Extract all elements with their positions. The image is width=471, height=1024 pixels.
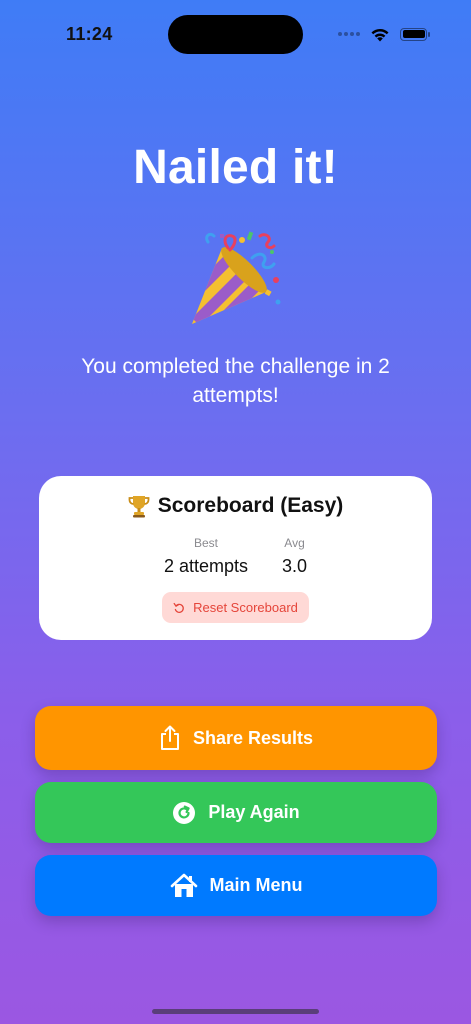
share-results-label: Share Results bbox=[192, 727, 314, 748]
stat-best-value: 2 attempts bbox=[163, 556, 248, 576]
stat-average-value: 3.0 bbox=[282, 556, 308, 576]
reset-scoreboard-label: Reset Scoreboard bbox=[193, 600, 298, 615]
play-again-button[interactable]: Play Again bbox=[35, 782, 437, 843]
play-again-label: Play Again bbox=[208, 802, 300, 822]
status-indicators bbox=[338, 26, 430, 42]
scoreboard-card: Scoreboard (Easy) Best 2 attempts Avg 3.… bbox=[39, 476, 432, 640]
stat-best: Best 2 attempts bbox=[164, 536, 248, 577]
status-time: 11:24 bbox=[66, 24, 113, 44]
home-indicator[interactable] bbox=[152, 1009, 319, 1014]
cellular-signal-icon bbox=[338, 32, 360, 36]
share-icon bbox=[160, 725, 179, 750]
stat-average: Avg 3.0 bbox=[282, 536, 307, 577]
reset-arrow-icon bbox=[173, 602, 184, 613]
result-screen: 11:24 Nailed it! You completed the chall… bbox=[0, 0, 471, 1024]
share-results-button[interactable]: Share Results bbox=[35, 706, 437, 770]
dynamic-island bbox=[168, 15, 303, 54]
wifi-icon bbox=[371, 28, 389, 41]
main-menu-label: Main Menu bbox=[209, 875, 303, 895]
stat-average-label: Avg bbox=[284, 536, 305, 550]
replay-icon bbox=[173, 801, 196, 824]
page-title: Nailed it! bbox=[133, 141, 338, 194]
scoreboard-stats: Best 2 attempts Avg 3.0 bbox=[39, 536, 432, 577]
completion-message: You completed the challenge in 2 attempt… bbox=[81, 355, 390, 407]
reset-scoreboard-button[interactable]: Reset Scoreboard bbox=[162, 592, 309, 623]
home-icon bbox=[170, 873, 197, 897]
stat-best-label: Best bbox=[193, 536, 218, 550]
scoreboard-title: Scoreboard (Easy) bbox=[157, 494, 344, 517]
battery-icon bbox=[400, 27, 430, 41]
trophy-icon bbox=[128, 496, 150, 518]
party-popper-icon bbox=[192, 231, 281, 324]
main-menu-button[interactable]: Main Menu bbox=[35, 855, 437, 916]
scoreboard-header: Scoreboard (Easy) bbox=[39, 494, 432, 518]
